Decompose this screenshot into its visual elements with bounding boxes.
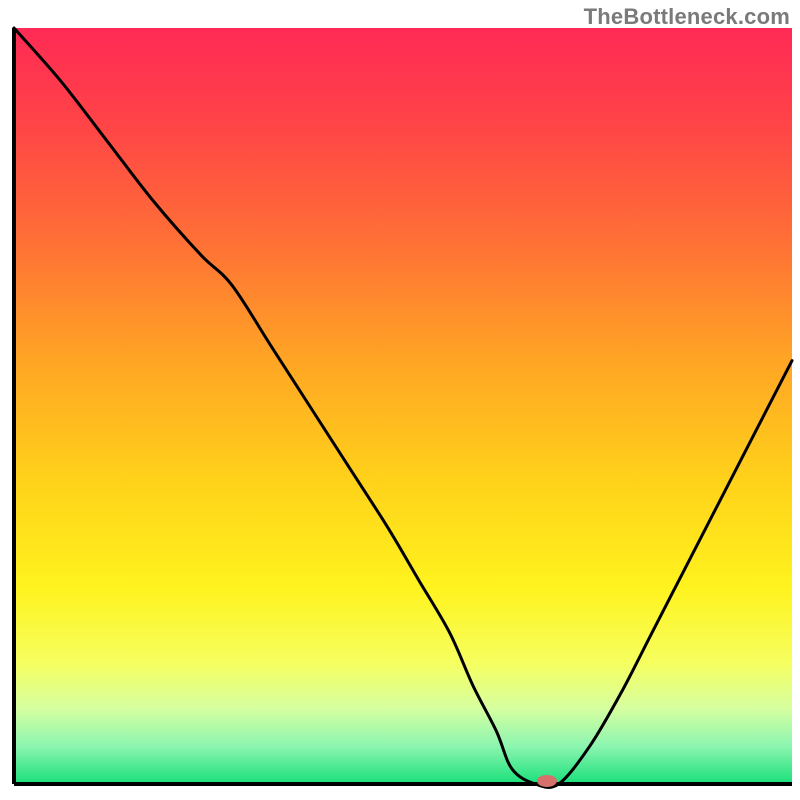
bottleneck-chart bbox=[0, 0, 800, 800]
optimal-marker bbox=[537, 775, 557, 787]
chart-container: TheBottleneck.com bbox=[0, 0, 800, 800]
gradient-background bbox=[14, 28, 792, 784]
